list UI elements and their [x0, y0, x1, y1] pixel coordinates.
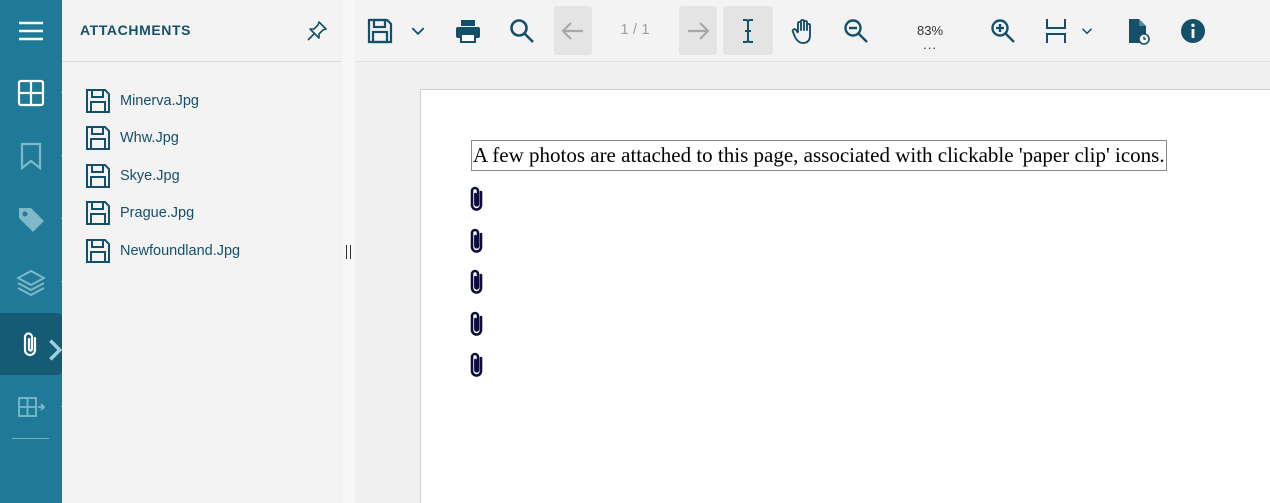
paperclip-icon[interactable] — [468, 185, 486, 213]
tags-button[interactable] — [0, 188, 62, 250]
save-icon — [86, 88, 110, 113]
attachment-item[interactable]: Skye.Jpg — [84, 157, 240, 195]
attachments-button[interactable] — [0, 313, 63, 375]
save-button[interactable] — [363, 6, 397, 55]
chevron-down-icon — [1081, 27, 1093, 34]
save-icon — [86, 126, 110, 151]
search-icon — [510, 18, 534, 43]
viewer-toolbar: 1 / 1 83% ... — [355, 0, 1270, 62]
page-indicator[interactable]: 1 / 1 — [610, 21, 660, 38]
attachment-item[interactable]: Prague.Jpg — [84, 195, 240, 233]
navigation-rail — [0, 0, 64, 503]
info-icon — [1181, 18, 1205, 43]
save-options-button[interactable] — [405, 6, 431, 55]
panel-resize-handle[interactable] — [346, 245, 351, 259]
page-view-options-button[interactable] — [1077, 6, 1097, 55]
attachment-list: Minerva.Jpg Whw.Jpg Skye.Jpg Prague.Jpg … — [84, 82, 240, 270]
save-icon — [86, 201, 110, 226]
page-view-mode-button[interactable] — [1041, 6, 1071, 55]
document-viewport[interactable]: A few photos are attached to this page, … — [355, 63, 1270, 503]
document-text: A few photos are attached to this page, … — [471, 140, 1167, 171]
printer-icon — [456, 19, 480, 43]
table-arrow-icon — [18, 397, 46, 417]
next-page-button[interactable] — [679, 6, 717, 55]
thumbnails-button[interactable] — [0, 62, 62, 124]
layers-icon — [16, 269, 46, 297]
panel-header: ATTACHMENTS — [62, 0, 342, 62]
attachment-name: Newfoundland.Jpg — [120, 242, 241, 259]
print-button[interactable] — [451, 6, 485, 55]
pan-tool-button[interactable] — [787, 6, 821, 55]
attachment-name: Whw.Jpg — [120, 130, 179, 147]
pin-icon[interactable] — [306, 20, 328, 42]
hamburger-icon — [19, 21, 43, 41]
zoom-in-button[interactable] — [986, 6, 1020, 55]
grid-icon — [17, 79, 45, 107]
tag-icon — [19, 208, 44, 232]
attachment-name: Prague.Jpg — [120, 205, 195, 222]
rail-divider — [12, 438, 49, 439]
bookmark-icon — [20, 142, 42, 171]
paperclip-icon[interactable] — [468, 310, 486, 338]
panel-title: ATTACHMENTS — [80, 22, 192, 38]
page-layout-icon — [1046, 18, 1066, 43]
save-icon — [367, 18, 393, 43]
about-button[interactable] — [1176, 6, 1210, 55]
menu-button[interactable] — [0, 0, 62, 62]
text-cursor-icon — [743, 18, 753, 43]
attachment-item[interactable]: Whw.Jpg — [84, 120, 240, 158]
zoom-level[interactable]: 83% — [910, 23, 950, 38]
save-icon — [86, 163, 110, 188]
arrow-left-icon — [561, 21, 583, 40]
bookmarks-button[interactable] — [0, 125, 62, 187]
attachment-item[interactable]: Newfoundland.Jpg — [84, 232, 240, 270]
zoom-out-icon — [844, 18, 868, 43]
previous-page-button[interactable] — [554, 6, 592, 55]
arrow-right-icon — [688, 21, 710, 40]
document-page: A few photos are attached to this page, … — [420, 89, 1270, 503]
zoom-in-icon — [991, 18, 1015, 43]
chevron-down-icon — [411, 26, 425, 35]
document-properties-button[interactable] — [1121, 6, 1155, 55]
paperclip-icon[interactable] — [468, 351, 486, 379]
hand-icon — [791, 18, 811, 44]
layers-button[interactable] — [0, 251, 62, 313]
text-select-tool-button[interactable] — [723, 6, 773, 55]
save-icon — [86, 238, 110, 263]
attachment-item[interactable]: Minerva.Jpg — [84, 82, 240, 120]
attachment-name: Skye.Jpg — [120, 167, 180, 184]
attachments-panel: ATTACHMENTS Minerva.Jpg Whw.Jpg Skye.Jpg… — [62, 0, 342, 503]
zoom-out-button[interactable] — [839, 6, 873, 55]
paperclip-icon[interactable] — [468, 268, 486, 296]
paperclip-icon[interactable] — [468, 227, 486, 255]
attachment-name: Minerva.Jpg — [120, 92, 199, 109]
document-clock-icon — [1129, 18, 1150, 45]
form-fields-button[interactable] — [0, 376, 62, 438]
search-button[interactable] — [505, 6, 539, 55]
zoom-options[interactable]: ... — [910, 37, 950, 52]
